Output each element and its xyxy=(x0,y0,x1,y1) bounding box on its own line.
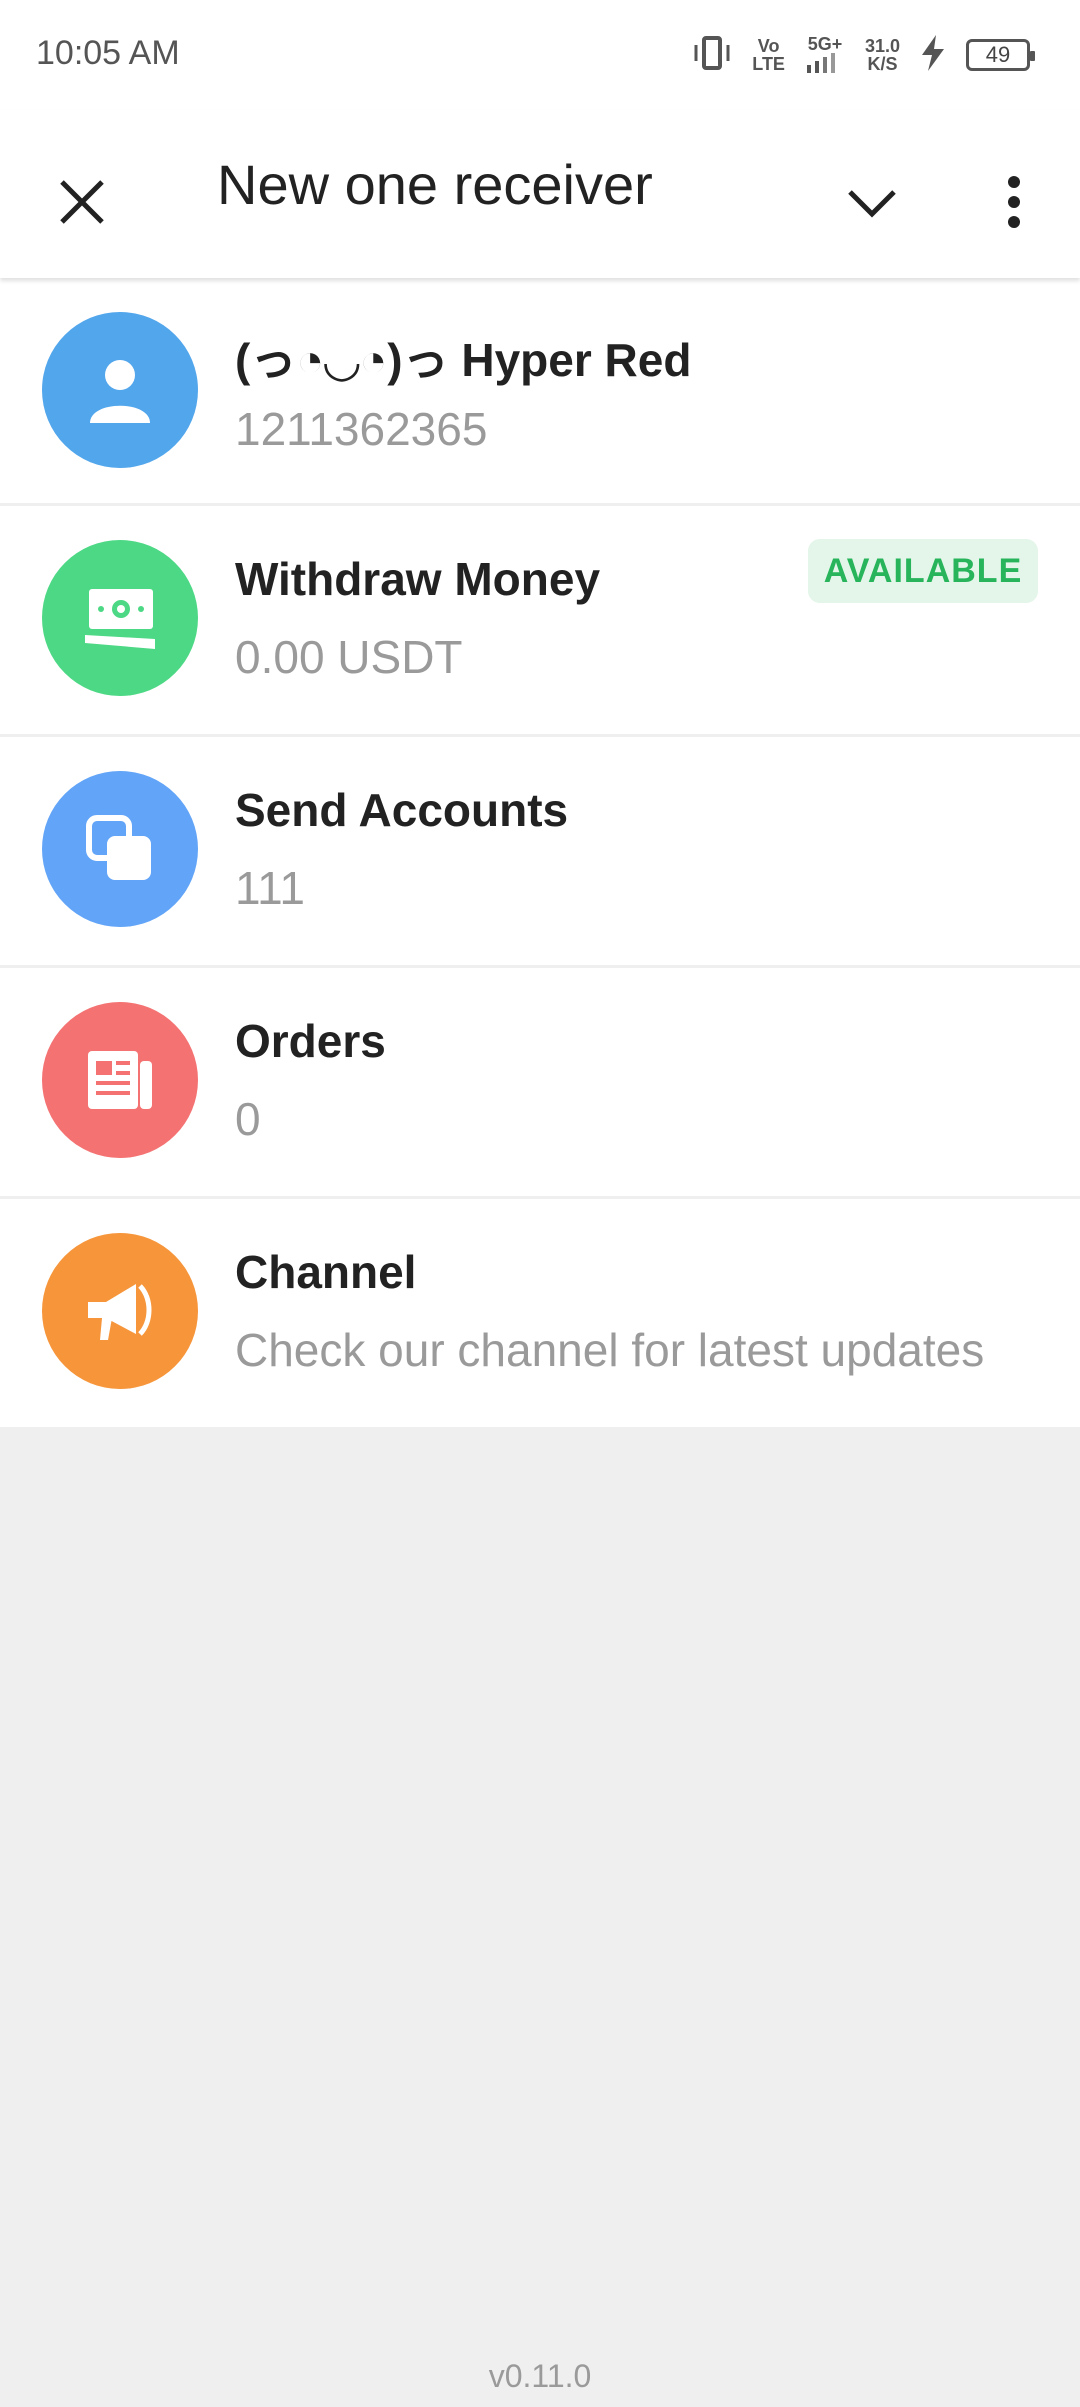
status-time: 10:05 AM xyxy=(36,34,180,72)
signal-icon xyxy=(806,52,835,73)
more-vert-icon xyxy=(1008,176,1020,228)
profile-name: (っ◔◡◔)っ Hyper Red xyxy=(235,334,692,386)
menu-list: (っ◔◡◔)っ Hyper Red 1211362365 Withdraw Mo… xyxy=(0,278,1080,1427)
send-accounts-count: 111 xyxy=(235,862,305,914)
money-icon xyxy=(85,589,155,649)
speed-value: 31.0 xyxy=(864,36,900,56)
status-badge: AVAILABLE xyxy=(808,539,1038,603)
more-options-button[interactable] xyxy=(972,160,1056,244)
withdraw-avatar xyxy=(42,540,198,696)
orders-count: 0 xyxy=(235,1093,261,1145)
withdraw-balance: 0.00 USDT xyxy=(235,631,463,683)
speed-indicator: 31.0 K/S xyxy=(865,37,900,73)
profile-id: 1211362365 xyxy=(235,403,488,455)
page-title: New one receiver xyxy=(217,153,653,216)
close-button[interactable] xyxy=(40,160,124,244)
signal-indicator: 5G+ xyxy=(803,35,847,76)
channel-avatar xyxy=(42,1233,198,1389)
app-version: v0.11.0 xyxy=(488,2358,592,2394)
status-bar: 10:05 AM Vo LTE 5G+ 31.0 K/S 49 xyxy=(0,0,1080,110)
list-item-channel[interactable]: Channel Check our channel for latest upd… xyxy=(0,1199,1080,1427)
megaphone-icon xyxy=(88,1284,152,1340)
send-accounts-avatar xyxy=(42,771,198,927)
withdraw-title: Withdraw Money xyxy=(235,553,601,605)
volte-bottom: LTE xyxy=(752,54,785,74)
list-item-send-accounts[interactable]: Send Accounts 111 xyxy=(0,737,1080,965)
signal-label: 5G+ xyxy=(807,33,843,54)
account-switch-button[interactable] xyxy=(830,160,914,244)
vibrate-icon xyxy=(690,35,734,76)
list-item-profile[interactable]: (っ◔◡◔)っ Hyper Red 1211362365 xyxy=(0,278,1080,503)
close-icon xyxy=(60,180,104,224)
volte-top: Vo xyxy=(757,36,780,56)
channel-title: Channel xyxy=(235,1246,417,1298)
app-bar: New one receiver xyxy=(0,110,1080,278)
copy-icon xyxy=(86,815,151,880)
orders-avatar xyxy=(42,1002,198,1158)
battery-icon: 49 xyxy=(966,39,1035,71)
charging-icon xyxy=(918,34,948,76)
user-icon xyxy=(90,360,150,423)
list-item-orders[interactable]: Orders 0 xyxy=(0,968,1080,1196)
newspaper-icon xyxy=(88,1051,152,1109)
user-avatar xyxy=(42,312,198,468)
battery-level: 49 xyxy=(985,42,1011,67)
channel-description: Check our channel for latest updates xyxy=(235,1324,985,1376)
send-accounts-title: Send Accounts xyxy=(235,784,569,836)
speed-unit: K/S xyxy=(867,54,898,74)
chevron-down-icon xyxy=(848,190,896,218)
status-icons: Vo LTE 5G+ 31.0 K/S 49 xyxy=(690,30,1035,80)
orders-title: Orders xyxy=(235,1015,386,1067)
volte-indicator: Vo LTE xyxy=(752,37,785,73)
